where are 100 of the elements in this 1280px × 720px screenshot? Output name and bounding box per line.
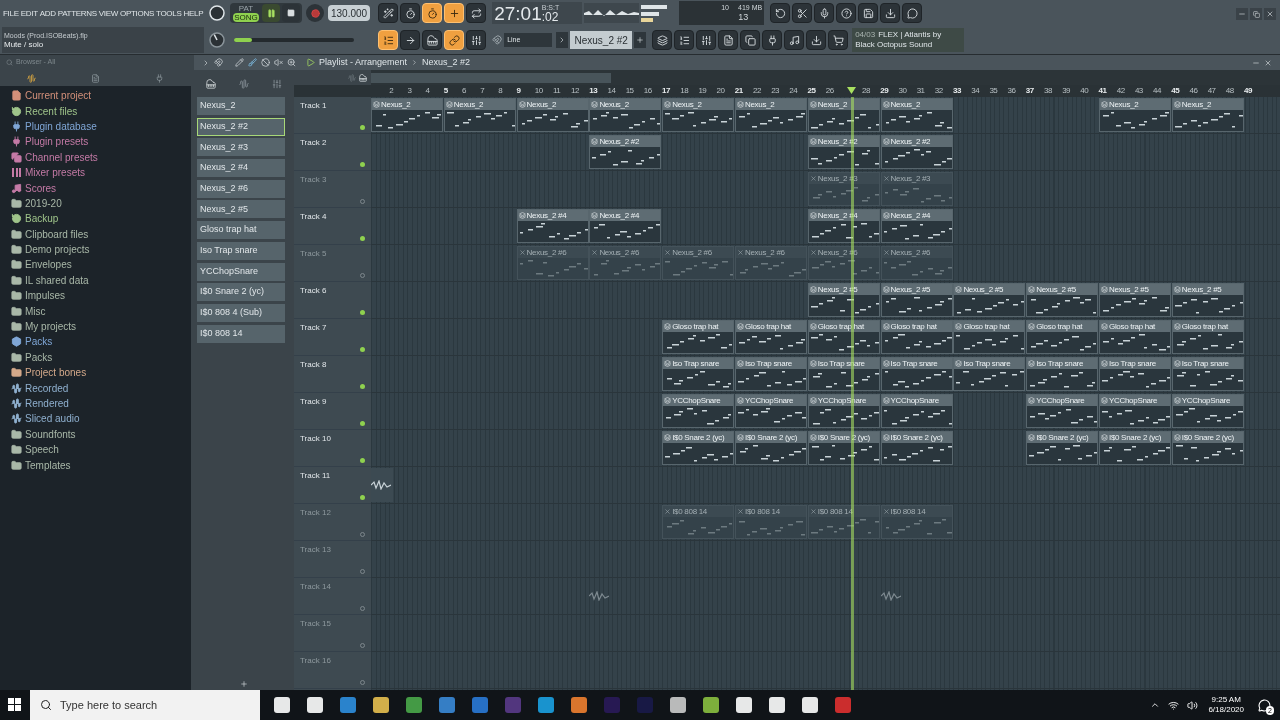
pattern-clip[interactable]: Iso Trap snare xyxy=(1026,357,1099,391)
pattern-clip[interactable]: Nexus_2 #6 xyxy=(516,246,589,280)
pattern-item[interactable]: Nexus_2 #2 xyxy=(197,117,285,136)
pattern-clip[interactable]: Nexus_2 #4 xyxy=(516,209,589,243)
pattern-clip[interactable]: Nexus_2 xyxy=(662,98,735,132)
browser-item[interactable]: Templates xyxy=(25,457,71,473)
pattern-clip[interactable]: Nexus_2 xyxy=(371,98,443,132)
pattern-clip[interactable]: I$0 808 14 xyxy=(735,505,807,539)
pattern-clip[interactable]: I$0 Snare 2 (yc) xyxy=(1171,431,1244,465)
pattern-item[interactable]: Nexus_2 #4 xyxy=(197,159,285,178)
browser-item[interactable]: Project bones xyxy=(25,365,87,381)
pattern-clip[interactable]: I$0 Snare 2 (yc) xyxy=(735,431,807,465)
browser-item[interactable]: Soundfonts xyxy=(25,426,76,442)
pattern-clip[interactable]: Nexus_2 #2 xyxy=(880,135,953,169)
pattern-clip[interactable]: Iso Trap snare xyxy=(662,357,735,391)
news-panel[interactable]: 04/03 FLEX | Atlantis by Black Octopus Sound xyxy=(852,28,965,53)
menu-item[interactable]: FILE xyxy=(3,7,19,20)
browser-item[interactable]: Rendered xyxy=(25,396,69,411)
browser-item[interactable]: Current project xyxy=(25,88,92,104)
browser-item[interactable]: My projects xyxy=(25,319,77,335)
pattern-item[interactable]: Nexus_2 #6 xyxy=(197,179,285,198)
pattern-item[interactable]: I$0 Snare 2 (yc) xyxy=(197,283,285,302)
browser-item[interactable]: Clipboard files xyxy=(25,226,89,242)
pattern-item[interactable]: I$0 808 14 xyxy=(197,324,285,343)
pattern-clip[interactable]: Nexus_2 #3 xyxy=(880,172,953,206)
pattern-clip[interactable]: I$0 Snare 2 (yc) xyxy=(1026,431,1099,465)
menu-item[interactable]: ADD xyxy=(39,7,56,20)
pattern-clip[interactable]: Nexus_2 xyxy=(1171,98,1244,132)
pattern-clip[interactable]: I$0 Snare 2 (yc) xyxy=(807,431,880,465)
pattern-clip[interactable]: Nexus_2 #4 xyxy=(589,209,662,243)
pattern-clip[interactable]: YCChopSnare xyxy=(1171,394,1244,428)
browser-item[interactable]: Impulses xyxy=(25,288,65,304)
browser-item[interactable]: Packs xyxy=(25,349,53,365)
browser-item[interactable]: Sliced audio xyxy=(25,411,80,427)
pat-mode-toggle[interactable]: PAT xyxy=(238,4,254,14)
pattern-item[interactable]: Nexus_2 #3 xyxy=(197,138,285,157)
pattern-clip[interactable]: Nexus_2 xyxy=(807,98,880,132)
pattern-clip[interactable]: YCChopSnare xyxy=(1098,394,1171,428)
pattern-clip[interactable]: I$0 Snare 2 (yc) xyxy=(880,431,953,465)
pattern-clip[interactable]: YCChopSnare xyxy=(807,394,880,428)
menu-item[interactable]: TOOLS xyxy=(156,7,182,20)
browser-item[interactable]: Mixer presets xyxy=(25,165,85,181)
pattern-clip[interactable]: Nexus_2 #6 xyxy=(662,246,735,280)
pattern-clip[interactable]: Nexus_2 xyxy=(443,98,516,132)
pattern-clip[interactable]: Nexus_2 #6 xyxy=(880,246,953,280)
pattern-clip[interactable]: Nexus_2 xyxy=(1098,98,1171,132)
browser-item[interactable]: Plugin database xyxy=(25,118,97,134)
browser-item[interactable]: IL shared data xyxy=(25,272,89,288)
pattern-clip[interactable]: Nexus_2 #6 xyxy=(589,246,662,280)
pattern-clip[interactable]: Gloso trap hat xyxy=(880,320,953,354)
pattern-clip[interactable]: Iso Trap snare xyxy=(1098,357,1171,391)
browser-item[interactable]: Envelopes xyxy=(25,257,72,273)
pattern-clip[interactable]: Nexus_2 #2 xyxy=(589,135,662,169)
browser-item[interactable]: Scores xyxy=(25,180,57,196)
pattern-item[interactable]: YCChopSnare xyxy=(197,262,285,281)
pattern-clip[interactable]: Nexus_2 xyxy=(589,98,662,132)
pattern-clip[interactable]: I$0 Snare 2 (yc) xyxy=(662,431,735,465)
pattern-clip[interactable]: Iso Trap snare xyxy=(1171,357,1244,391)
pattern-clip[interactable]: Gloso trap hat xyxy=(1171,320,1244,354)
menu-item[interactable]: EDIT xyxy=(20,7,38,20)
pattern-clip[interactable]: Nexus_2 #2 xyxy=(807,135,880,169)
pattern-item[interactable]: Iso Trap snare xyxy=(197,241,285,260)
pattern-item[interactable]: Gloso trap hat xyxy=(197,221,285,240)
pattern-clip[interactable]: Nexus_2 #5 xyxy=(880,283,953,317)
pattern-clip[interactable]: Gloso trap hat xyxy=(1098,320,1171,354)
pattern-clip[interactable]: YCChopSnare xyxy=(880,394,953,428)
pattern-clip[interactable]: I$0 Snare 2 (yc) xyxy=(1098,431,1171,465)
browser-item[interactable]: Demo projects xyxy=(25,242,90,258)
pattern-clip[interactable]: Gloso trap hat xyxy=(807,320,880,354)
pattern-clip[interactable]: Nexus_2 xyxy=(735,98,807,132)
pattern-clip[interactable]: Gloso trap hat xyxy=(662,320,735,354)
browser-item[interactable]: Speech xyxy=(25,442,59,458)
pattern-clip[interactable]: Nexus_2 #4 xyxy=(807,209,880,243)
browser-item[interactable]: Recorded xyxy=(25,380,69,396)
browser-item[interactable]: Backup xyxy=(25,211,59,227)
menu-item[interactable]: PATTERNS xyxy=(57,7,97,20)
pattern-clip[interactable]: Iso Trap snare xyxy=(880,357,953,391)
pattern-clip[interactable]: YCChopSnare xyxy=(1026,394,1099,428)
browser-item[interactable]: Recent files xyxy=(25,103,78,119)
pattern-clip[interactable]: I$0 808 14 xyxy=(880,505,953,539)
tempo-field[interactable]: 130.000 xyxy=(328,5,371,22)
pattern-clip[interactable]: Nexus_2 #5 xyxy=(1171,283,1244,317)
browser-item[interactable]: Plugin presets xyxy=(25,134,89,150)
pattern-clip[interactable]: YCChopSnare xyxy=(735,394,807,428)
pattern-clip[interactable]: Nexus_2 xyxy=(880,98,953,132)
pattern-clip[interactable]: Nexus_2 #5 xyxy=(1098,283,1171,317)
pattern-clip[interactable]: I$0 808 14 xyxy=(662,505,735,539)
menu-item[interactable]: VIEW xyxy=(98,7,119,20)
pattern-clip[interactable]: Iso Trap snare xyxy=(735,357,807,391)
taskbar-search-field[interactable]: Type here to search xyxy=(30,690,260,720)
pattern-clip[interactable]: Gloso trap hat xyxy=(953,320,1026,354)
pattern-clip[interactable]: Nexus_2 #5 xyxy=(953,283,1026,317)
pattern-clip[interactable]: YCChopSnare xyxy=(662,394,735,428)
pattern-item[interactable]: Nexus_2 xyxy=(197,97,285,115)
menu-item[interactable]: HELP xyxy=(183,7,204,20)
pattern-clip[interactable]: Gloso trap hat xyxy=(735,320,807,354)
pattern-clip[interactable]: Nexus_2 #5 xyxy=(1026,283,1099,317)
pattern-item[interactable]: I$0 808 4 (Sub) xyxy=(197,303,285,322)
browser-item[interactable]: Misc xyxy=(25,303,46,319)
pattern-clip[interactable]: Nexus_2 #5 xyxy=(807,283,880,317)
